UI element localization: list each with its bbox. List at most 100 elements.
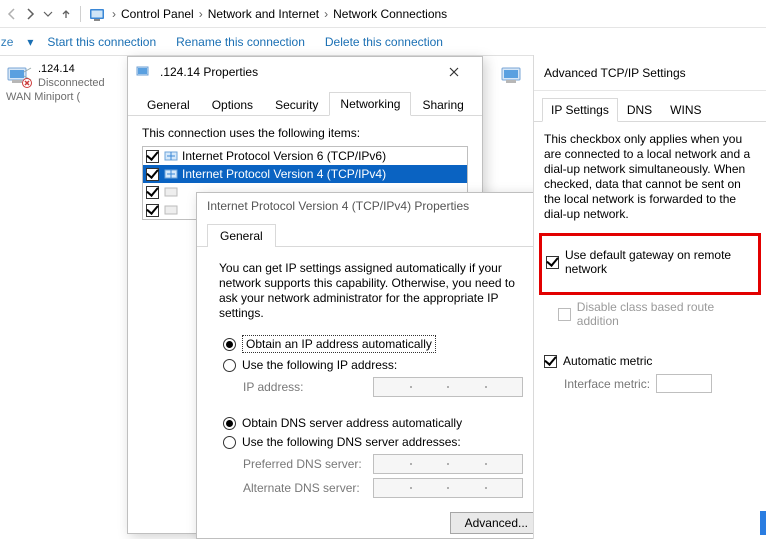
ip-input[interactable] — [373, 454, 523, 474]
close-button[interactable] — [434, 60, 474, 84]
command-bar: ganize ▾ Start this connection Rename th… — [0, 28, 766, 56]
radio-obtain-dns-auto[interactable]: Obtain DNS server address automatically — [223, 416, 535, 430]
item-label: Internet Protocol Version 4 (TCP/IPv4) — [182, 167, 465, 181]
checkbox-label: Disable class based route addition — [577, 300, 756, 328]
tab-strip: General — [197, 219, 557, 247]
tab-wins[interactable]: WINS — [661, 98, 710, 122]
alternate-dns-field: Alternate DNS server: — [243, 478, 535, 498]
dialog-body: This checkbox only applies when you are … — [534, 122, 766, 403]
connection-name: .124.14 — [38, 62, 124, 76]
workspace: .124.14 Disconnected WAN Miniport ( Desc… — [0, 56, 766, 539]
checkbox-label: Automatic metric — [563, 354, 652, 368]
button-edge[interactable] — [760, 511, 766, 535]
dialog-title: Advanced TCP/IP Settings — [534, 55, 766, 91]
control-panel-icon — [89, 6, 105, 22]
list-item[interactable]: Internet Protocol Version 6 (TCP/IPv6) — [143, 147, 467, 165]
up-button[interactable] — [58, 6, 74, 22]
checkbox-label: Use default gateway on remote network — [565, 248, 754, 276]
info-paragraph: You can get IP settings assigned automat… — [219, 261, 535, 321]
advanced-tcpip-dialog: Advanced TCP/IP Settings IP Settings DNS… — [533, 55, 766, 539]
protocol-icon — [164, 203, 178, 217]
tab-general[interactable]: General — [207, 224, 276, 247]
advanced-button[interactable]: Advanced... — [450, 512, 543, 534]
radio-icon — [223, 417, 236, 430]
radio-label: Obtain an IP address automatically — [242, 335, 436, 353]
checkbox-default-gateway[interactable]: Use default gateway on remote network — [546, 248, 754, 276]
forward-button[interactable] — [22, 6, 38, 22]
breadcrumb-network-connections[interactable]: Network Connections — [331, 3, 449, 25]
connection-icon — [136, 64, 152, 80]
field-label: Preferred DNS server: — [243, 457, 373, 471]
tab-sharing[interactable]: Sharing — [411, 93, 474, 116]
breadcrumb-network-internet[interactable]: Network and Internet — [206, 3, 321, 25]
connection-item[interactable]: .124.14 Disconnected WAN Miniport ( — [6, 62, 124, 104]
address-bar: › Control Panel › Network and Internet ›… — [0, 0, 766, 28]
field-label: Alternate DNS server: — [243, 481, 373, 495]
field-label: Interface metric: — [564, 377, 656, 391]
recent-dropdown[interactable] — [40, 6, 56, 22]
checkbox-icon — [546, 256, 559, 269]
checkbox[interactable] — [145, 167, 160, 182]
tab-strip: IP Settings DNS WINS — [534, 91, 766, 122]
connection-device: WAN Miniport ( — [6, 90, 124, 104]
breadcrumb-control-panel[interactable]: Control Panel — [119, 3, 196, 25]
checkbox-disable-class-route[interactable]: Disable class based route addition — [558, 300, 756, 328]
tab-ip-settings[interactable]: IP Settings — [542, 98, 618, 122]
tab-networking[interactable]: Networking — [329, 92, 411, 116]
list-item-selected[interactable]: Internet Protocol Version 4 (TCP/IPv4) — [143, 165, 467, 183]
back-button[interactable] — [4, 6, 20, 22]
radio-label: Obtain DNS server address automatically — [242, 416, 462, 430]
radio-icon — [223, 338, 236, 351]
tab-strip: General Options Security Networking Shar… — [128, 87, 482, 116]
field-label: IP address: — [243, 380, 373, 394]
checkbox[interactable] — [145, 203, 160, 218]
separator — [80, 6, 81, 22]
preferred-dns-field: Preferred DNS server: — [243, 454, 535, 474]
rename-connection[interactable]: Rename this connection — [166, 31, 315, 53]
dialog-body: You can get IP settings assigned automat… — [197, 247, 557, 508]
ipv4-properties-dialog: Internet Protocol Version 4 (TCP/IPv4) P… — [196, 192, 558, 539]
metric-input[interactable] — [656, 374, 712, 393]
dialog-title: .124.14 Properties — [160, 65, 434, 79]
radio-label: Use the following DNS server addresses: — [242, 435, 461, 449]
protocol-icon — [164, 185, 178, 199]
start-connection[interactable]: Start this connection — [37, 31, 166, 53]
tab-options[interactable]: Options — [201, 93, 264, 116]
chevron-icon[interactable]: › — [109, 7, 119, 21]
radio-icon — [223, 359, 236, 372]
ip-input[interactable] — [373, 478, 523, 498]
radio-obtain-ip-auto[interactable]: Obtain an IP address automatically — [223, 335, 535, 353]
ip-input[interactable] — [373, 377, 523, 397]
interface-metric-field: Interface metric: — [564, 374, 756, 393]
checkbox[interactable] — [145, 185, 160, 200]
connection-item-partial[interactable] — [500, 62, 530, 90]
item-label: Internet Protocol Version 6 (TCP/IPv6) — [182, 149, 465, 163]
protocol-icon — [164, 149, 178, 163]
ip-address-field: IP address: — [243, 377, 535, 397]
radio-icon — [223, 436, 236, 449]
dialog-titlebar[interactable]: .124.14 Properties — [128, 57, 482, 87]
items-list-label: This connection uses the following items… — [142, 126, 468, 140]
delete-connection[interactable]: Delete this connection — [315, 31, 453, 53]
radio-label: Use the following IP address: — [242, 358, 397, 372]
radio-use-ip[interactable]: Use the following IP address: — [223, 358, 535, 372]
dialog-titlebar[interactable]: Internet Protocol Version 4 (TCP/IPv4) P… — [197, 193, 557, 219]
organize-menu[interactable]: ganize — [0, 31, 23, 53]
info-text: This checkbox only applies when you are … — [544, 132, 756, 222]
tab-dns[interactable]: DNS — [618, 98, 661, 122]
chevron-icon[interactable]: › — [196, 7, 206, 21]
checkbox-automatic-metric[interactable]: Automatic metric — [544, 354, 756, 368]
radio-use-dns[interactable]: Use the following DNS server addresses: — [223, 435, 535, 449]
dropdown-triangle-icon[interactable]: ▾ — [27, 35, 33, 49]
checkbox[interactable] — [145, 149, 160, 164]
connection-icon — [6, 62, 34, 90]
connection-status: Disconnected — [38, 76, 124, 90]
protocol-icon — [164, 167, 178, 181]
chevron-icon[interactable]: › — [321, 7, 331, 21]
checkbox-icon — [558, 308, 571, 321]
highlighted-region: Use default gateway on remote network — [540, 234, 760, 294]
tab-security[interactable]: Security — [264, 93, 329, 116]
checkbox-icon — [544, 355, 557, 368]
tab-general[interactable]: General — [136, 93, 201, 116]
dialog-title: Internet Protocol Version 4 (TCP/IPv4) P… — [207, 199, 469, 213]
